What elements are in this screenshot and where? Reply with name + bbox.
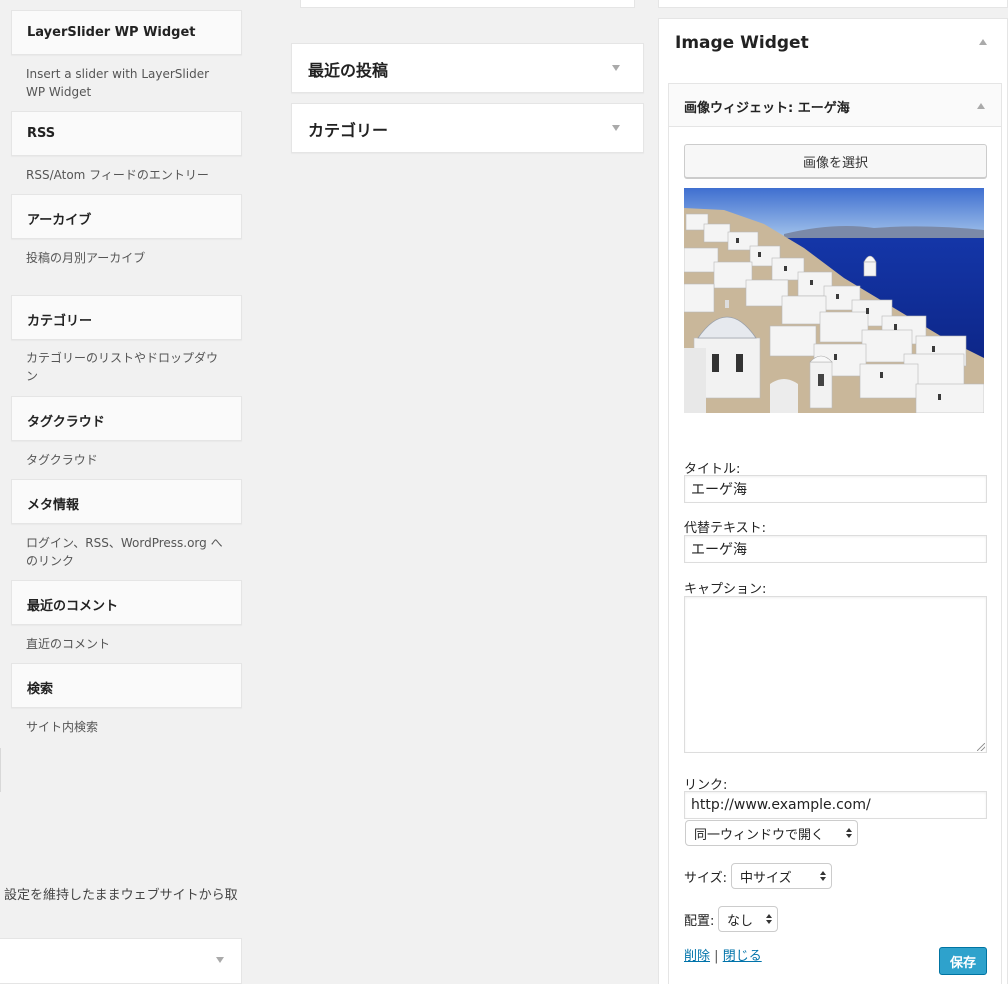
image-preview — [684, 188, 984, 413]
widget-name: LayerSlider WP Widget — [27, 25, 196, 40]
sidebar-area-bottom — [300, 0, 635, 8]
widget-description: 直近のコメント — [26, 637, 111, 651]
select-arrows-icon — [766, 914, 772, 925]
widget-tag-cloud[interactable]: タグクラウド — [11, 396, 242, 441]
widget-search[interactable]: 検索 — [11, 663, 242, 708]
widget-name: タグクラウド — [27, 415, 105, 430]
chevron-down-icon[interactable] — [612, 65, 620, 71]
widget-meta[interactable]: メタ情報 — [11, 479, 242, 524]
select-arrows-icon — [820, 871, 826, 882]
select-arrows-icon — [846, 828, 852, 839]
chevron-up-icon[interactable] — [977, 103, 985, 109]
widget-description: ログイン、RSS、WordPress.org へのリンク — [26, 536, 223, 568]
widget-description: サイト内検索 — [26, 720, 99, 734]
widget-description: カテゴリーのリストやドロップダウン — [26, 351, 219, 383]
widget-description: 投稿の月別アーカイブ — [26, 251, 146, 265]
available-widgets-panel: LayerSlider WP Widget Insert a slider wi… — [0, 0, 250, 984]
divider — [0, 748, 1, 792]
link-target-select[interactable]: 同一ウィンドウで開く — [685, 820, 858, 846]
inactive-widgets-description: 設定を維持したままウェブサイトから取 — [4, 888, 238, 903]
widget-title: 最近の投稿 — [308, 61, 389, 80]
alt-text-label: 代替テキスト: — [684, 521, 766, 536]
link-input[interactable] — [684, 791, 987, 819]
widget-description: Insert a slider with LayerSlider WP Widg… — [26, 67, 210, 99]
save-button[interactable]: 保存 — [939, 947, 987, 975]
caption-textarea[interactable] — [684, 596, 987, 753]
link-separator: | — [714, 949, 719, 964]
caption-label: キャプション: — [684, 582, 767, 597]
widget-title: カテゴリー — [308, 121, 389, 140]
chevron-down-icon[interactable] — [612, 125, 620, 131]
close-link[interactable]: 閉じる — [723, 949, 762, 964]
chevron-down-icon[interactable] — [216, 957, 224, 963]
delete-link[interactable]: 削除 — [684, 949, 710, 964]
widget-categories[interactable]: カテゴリー — [11, 295, 242, 340]
align-label: 配置: — [684, 914, 715, 929]
chevron-up-icon[interactable] — [979, 39, 987, 45]
widget-name: RSS — [27, 126, 56, 141]
widget-layerslider[interactable]: LayerSlider WP Widget — [11, 10, 242, 55]
widget-name: 検索 — [27, 682, 54, 697]
widget-rss[interactable]: RSS — [11, 111, 242, 156]
select-value: なし — [727, 914, 754, 929]
title-input[interactable] — [684, 475, 987, 503]
widget-description: RSS/Atom フィードのエントリー — [26, 168, 209, 182]
widget-name: 最近のコメント — [27, 599, 119, 614]
area-title: Image Widget — [675, 33, 809, 53]
image-widget-area: Image Widget 画像ウィジェット: エーゲ海 画像を選択 タイトル: … — [658, 18, 1008, 984]
align-select[interactable]: なし — [718, 906, 778, 932]
widget-control-links: 削除 | 閉じる — [684, 945, 762, 964]
widget-recent-comments[interactable]: 最近のコメント — [11, 580, 242, 625]
inactive-widgets-sidebar[interactable] — [0, 938, 242, 984]
select-image-button[interactable]: 画像を選択 — [684, 144, 987, 178]
size-select[interactable]: 中サイズ — [731, 863, 832, 889]
widget-name: アーカイブ — [27, 213, 92, 228]
select-value: 同一ウィンドウで開く — [694, 828, 825, 843]
widget-header[interactable]: 画像ウィジェット: エーゲ海 — [669, 84, 1001, 127]
alt-text-input[interactable] — [684, 535, 987, 563]
size-label: サイズ: — [684, 871, 727, 886]
resize-grip-icon[interactable] — [977, 743, 985, 751]
select-value: 中サイズ — [740, 871, 792, 886]
sidebar-area-bottom — [658, 0, 1008, 8]
widget-name: メタ情報 — [27, 498, 80, 513]
sidebar-widget-recent-posts[interactable]: 最近の投稿 — [291, 43, 644, 93]
widget-title: 画像ウィジェット: エーゲ海 — [684, 101, 850, 116]
widget-name: カテゴリー — [27, 314, 93, 329]
image-widget: 画像ウィジェット: エーゲ海 画像を選択 タイトル: エーゲ海 代替テキスト: … — [668, 83, 1002, 984]
widget-description: タグクラウド — [26, 453, 98, 467]
widget-archives[interactable]: アーカイブ — [11, 194, 242, 239]
sidebar-widget-categories[interactable]: カテゴリー — [291, 103, 644, 153]
